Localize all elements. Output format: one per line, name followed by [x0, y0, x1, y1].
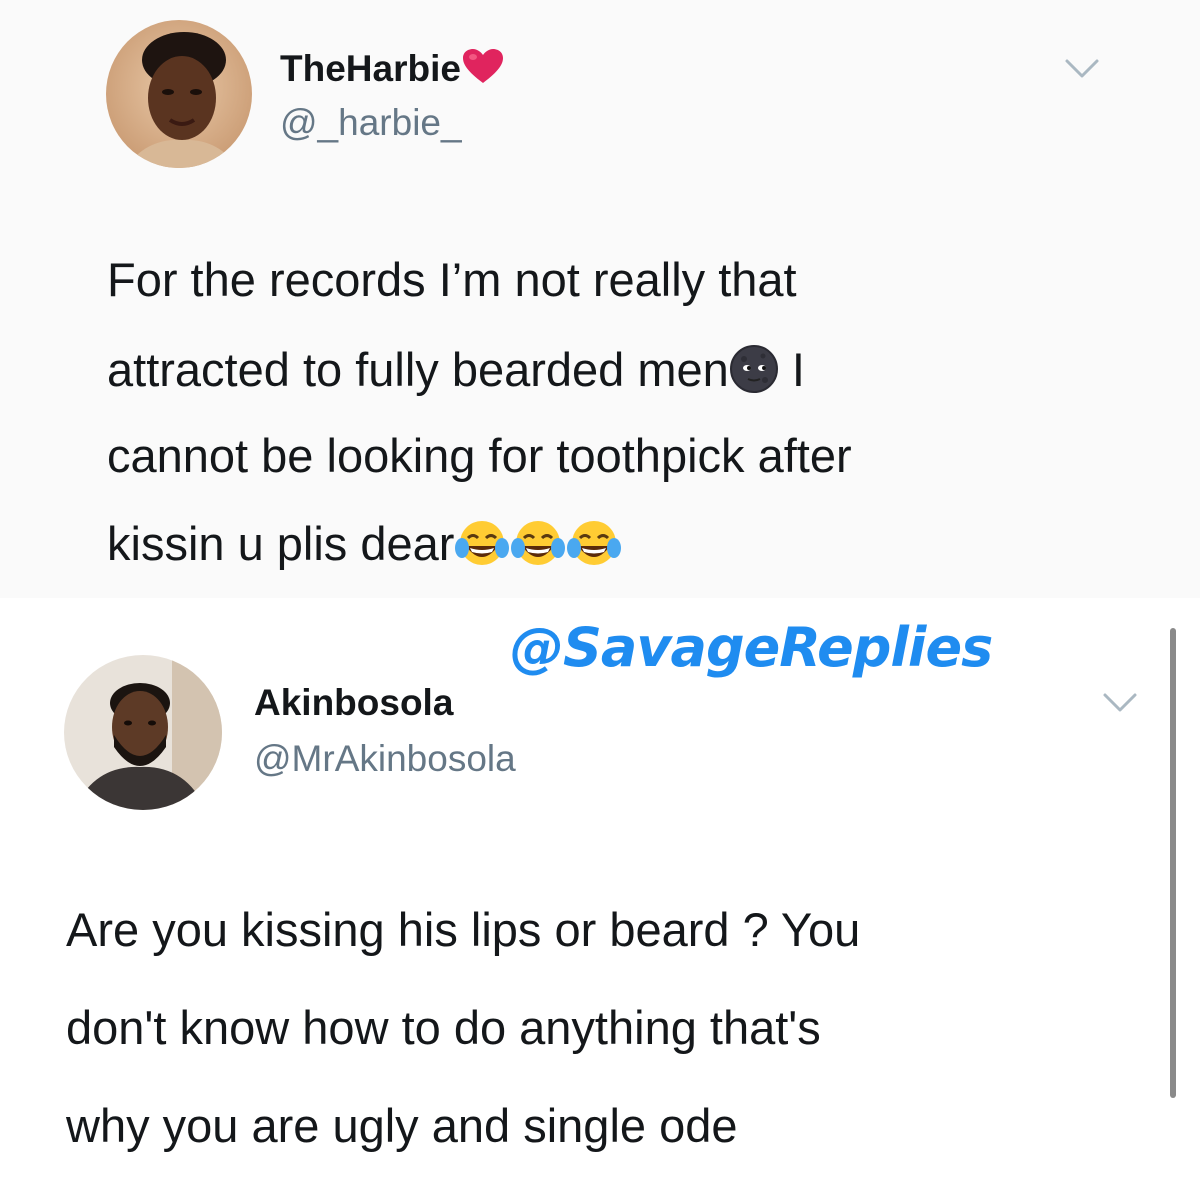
tweet-text-segment: attracted to fully bearded men: [107, 343, 729, 396]
tweet-text-line: don't know how to do anything that's: [66, 1001, 821, 1054]
scrollbar[interactable]: [1170, 628, 1176, 1098]
tweet-text-line: cannot be looking for toothpick after: [107, 429, 852, 482]
user-handle[interactable]: @MrAkinbosola: [254, 738, 516, 780]
tears-of-joy-icon: [566, 518, 622, 579]
chevron-down-icon[interactable]: [1064, 58, 1100, 85]
new-moon-face-icon: [729, 344, 779, 405]
tweet-text-line: For the records I’m not really that: [107, 253, 797, 306]
tweet-text-segment: I: [778, 343, 805, 396]
tears-of-joy-icon: [510, 518, 566, 579]
tweet-text-line: attracted to fully bearded men I: [107, 342, 805, 405]
tweet-text-line: kissin u plis dear: [107, 516, 622, 579]
tears-of-joy-icon: [454, 518, 510, 579]
tweet-card-1[interactable]: TheHarbie @_harbie_ For the records I’m …: [0, 0, 1200, 598]
tweet-text-line: why you are ugly and single ode: [66, 1099, 738, 1152]
display-name[interactable]: Akinbosola: [254, 682, 453, 724]
display-name[interactable]: TheHarbie: [280, 48, 503, 94]
red-heart-icon: [462, 49, 503, 94]
display-name-text[interactable]: TheHarbie: [280, 48, 461, 89]
tweet-text-segment: kissin u plis dear: [107, 517, 455, 570]
avatar[interactable]: [64, 655, 222, 810]
chevron-down-icon[interactable]: [1102, 692, 1138, 719]
tweet-text-line: Are you kissing his lips or beard ? You: [66, 903, 861, 956]
watermark-text: @SavageReplies: [510, 616, 993, 679]
avatar[interactable]: [106, 20, 252, 168]
user-handle[interactable]: @_harbie_: [280, 102, 462, 144]
